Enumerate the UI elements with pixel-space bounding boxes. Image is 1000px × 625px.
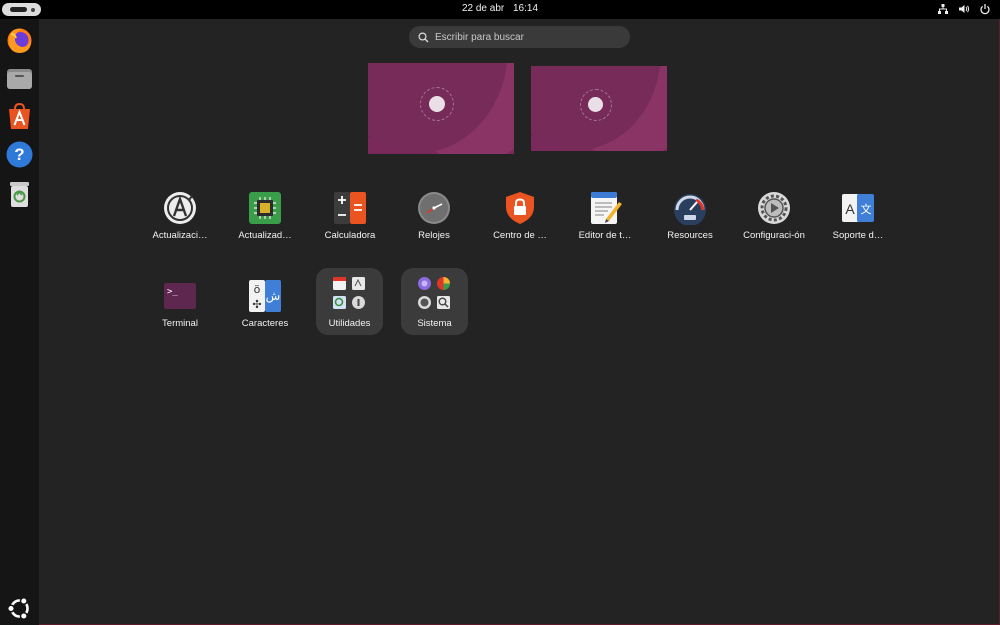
power-icon[interactable]	[979, 3, 991, 15]
search-bar[interactable]	[409, 26, 630, 48]
software-updater-icon	[164, 192, 196, 224]
app-resources[interactable]: Resources	[647, 179, 733, 247]
svg-text:ش: ش	[266, 289, 281, 304]
resources-icon	[674, 194, 706, 225]
terminal-icon: >_	[164, 283, 196, 309]
trash-icon	[10, 182, 29, 207]
app-label: Caracteres	[241, 318, 289, 329]
dock: ?	[0, 19, 39, 625]
system-folder-icon	[418, 277, 450, 309]
show-apps-button[interactable]	[4, 593, 35, 624]
app-label: Utilidades	[328, 318, 371, 329]
app-label: Actualizaci…	[152, 230, 208, 241]
svg-text:?: ?	[14, 145, 24, 164]
search-input[interactable]	[435, 31, 615, 43]
ubuntu-logo-icon	[6, 596, 29, 621]
dock-item-trash[interactable]	[4, 179, 35, 210]
app-security-center[interactable]: Centro de …	[477, 179, 563, 247]
utilities-folder-icon	[333, 277, 365, 309]
text-editor-icon	[591, 192, 622, 224]
clock-date: 22 de abr	[461, 3, 505, 14]
app-label: Calculadora	[324, 230, 376, 241]
svg-text:文: 文	[861, 202, 872, 216]
app-text-editor[interactable]: Editor de t…	[562, 179, 648, 247]
wallpaper-emblem-center	[429, 96, 445, 112]
dock-item-help[interactable]: ?	[4, 139, 35, 170]
folder-utilities[interactable]: Utilidades	[316, 268, 383, 335]
app-label: Actualizad…	[238, 230, 292, 241]
app-language-support[interactable]: A 文 Soporte d…	[815, 179, 901, 247]
svg-text:>_: >_	[167, 287, 178, 297]
app-label: Editor de t…	[578, 230, 632, 241]
app-firmware-updater[interactable]: Actualizad…	[222, 179, 308, 247]
dock-item-files[interactable]	[4, 63, 35, 94]
svg-text:ö: ö	[254, 283, 261, 296]
app-label: Configuraci-ón	[743, 230, 805, 241]
folder-system[interactable]: Sistema	[401, 268, 468, 335]
app-label: Terminal	[162, 318, 198, 329]
wallpaper-emblem-center	[588, 97, 603, 112]
top-bar: 22 de abr 16:14	[0, 0, 1000, 19]
app-label: Centro de …	[493, 230, 547, 241]
calculator-icon	[334, 192, 366, 224]
app-label: Soporte d…	[832, 230, 884, 241]
files-icon	[7, 69, 32, 89]
help-icon: ?	[6, 141, 33, 168]
clocks-icon	[418, 192, 450, 224]
dock-item-app-center[interactable]	[4, 101, 35, 132]
app-center-icon	[9, 102, 30, 129]
security-center-icon	[506, 192, 534, 224]
firefox-icon	[7, 28, 32, 53]
app-label: Relojes	[418, 230, 450, 241]
network-icon[interactable]	[937, 3, 949, 15]
workspace-thumbnail-1[interactable]	[368, 63, 514, 154]
workspace-thumbnail-2[interactable]	[531, 66, 667, 151]
app-label: Resources	[667, 230, 713, 241]
settings-icon	[758, 192, 790, 224]
system-tray[interactable]	[937, 3, 991, 15]
svg-text:✣: ✣	[252, 298, 261, 311]
svg-text:A: A	[845, 201, 855, 217]
app-characters[interactable]: ö ✣ ش Caracteres	[222, 267, 308, 335]
search-icon	[418, 31, 429, 42]
app-terminal[interactable]: >_ Terminal	[137, 267, 223, 335]
app-software-updater[interactable]: Actualizaci…	[137, 179, 223, 247]
app-calculator[interactable]: Calculadora	[307, 179, 393, 247]
app-clocks[interactable]: Relojes	[391, 179, 477, 247]
clock[interactable]: 22 de abr 16:14	[0, 3, 1000, 14]
app-settings[interactable]: Configuraci-ón	[731, 179, 817, 247]
characters-icon: ö ✣ ش	[249, 280, 281, 312]
volume-icon[interactable]	[958, 3, 970, 15]
app-grid-overview: Actualizaci… Actualizad… Calculadora	[39, 19, 1000, 625]
firmware-updater-icon	[249, 192, 281, 224]
app-label: Sistema	[417, 318, 452, 329]
dock-item-firefox[interactable]	[4, 25, 35, 56]
language-support-icon: A 文	[842, 194, 874, 222]
clock-time: 16:14	[513, 3, 539, 14]
